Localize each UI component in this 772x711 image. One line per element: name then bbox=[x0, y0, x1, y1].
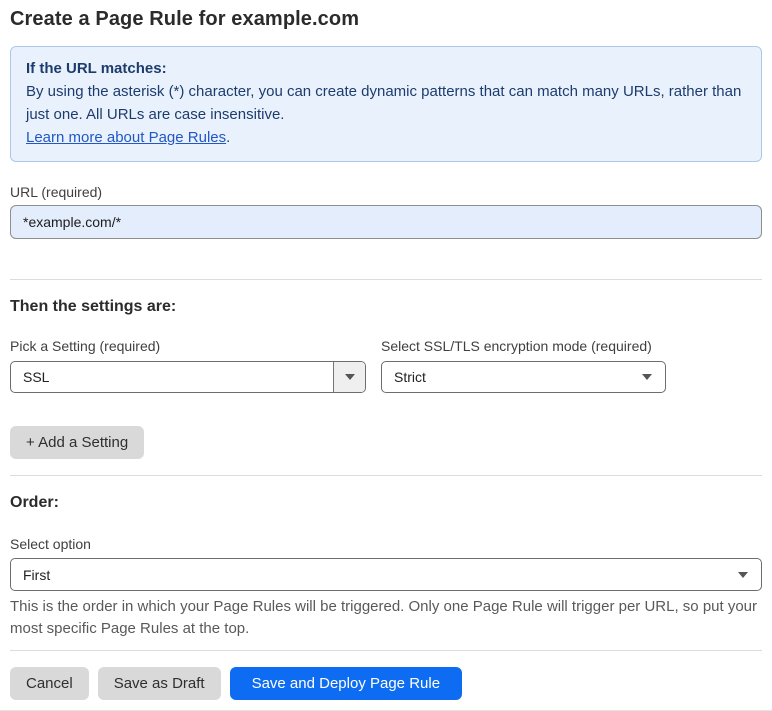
ssl-mode-column: Select SSL/TLS encryption mode (required… bbox=[381, 338, 666, 393]
ssl-mode-select-value: Strict bbox=[394, 369, 426, 385]
setting-select-value: SSL bbox=[23, 369, 50, 385]
footer-actions: Cancel Save as Draft Save and Deploy Pag… bbox=[10, 667, 762, 700]
notice-link-row: Learn more about Page Rules. bbox=[26, 126, 746, 149]
page-title: Create a Page Rule for example.com bbox=[10, 8, 360, 30]
settings-row: Pick a Setting (required) SSL Select SSL… bbox=[10, 338, 762, 393]
save-and-deploy-button[interactable]: Save and Deploy Page Rule bbox=[229, 667, 463, 700]
ssl-mode-select-label: Select SSL/TLS encryption mode (required… bbox=[381, 338, 652, 354]
add-setting-button[interactable]: + Add a Setting bbox=[10, 426, 145, 459]
notice-link-period: . bbox=[226, 129, 231, 146]
divider bbox=[10, 279, 762, 280]
notice-body: By using the asterisk (*) character, you… bbox=[26, 83, 742, 123]
chevron-down-icon bbox=[344, 374, 355, 380]
divider bbox=[10, 650, 762, 651]
url-label: URL (required) bbox=[10, 184, 103, 200]
setting-select-arrow-box[interactable] bbox=[333, 362, 365, 392]
cancel-button[interactable]: Cancel bbox=[10, 667, 89, 700]
learn-more-link[interactable]: Learn more about Page Rules bbox=[26, 129, 226, 146]
create-page-rule-form: Create a Page Rule for example.com If th… bbox=[0, 0, 772, 711]
order-select-arrow bbox=[725, 571, 761, 578]
url-match-notice: If the URL matches: By using the asteris… bbox=[10, 46, 762, 162]
setting-select-label: Pick a Setting (required) bbox=[10, 338, 161, 354]
save-as-draft-button[interactable]: Save as Draft bbox=[97, 667, 221, 700]
setting-select[interactable]: SSL bbox=[10, 361, 366, 393]
order-help-text: This is the order in which your Page Rul… bbox=[10, 598, 758, 637]
settings-heading: Then the settings are: bbox=[10, 298, 177, 315]
order-heading: Order: bbox=[10, 494, 59, 511]
url-input[interactable] bbox=[10, 205, 762, 239]
ssl-mode-select-arrow bbox=[629, 374, 665, 380]
chevron-down-icon bbox=[642, 374, 652, 380]
order-select-value: First bbox=[23, 566, 51, 583]
order-select-label: Select option bbox=[10, 536, 91, 552]
setting-column: Pick a Setting (required) SSL bbox=[10, 338, 366, 393]
order-select[interactable]: First bbox=[10, 558, 762, 591]
divider bbox=[10, 475, 762, 476]
notice-heading: If the URL matches: bbox=[26, 60, 167, 77]
ssl-mode-select[interactable]: Strict bbox=[381, 361, 666, 393]
chevron-down-icon bbox=[738, 571, 748, 578]
